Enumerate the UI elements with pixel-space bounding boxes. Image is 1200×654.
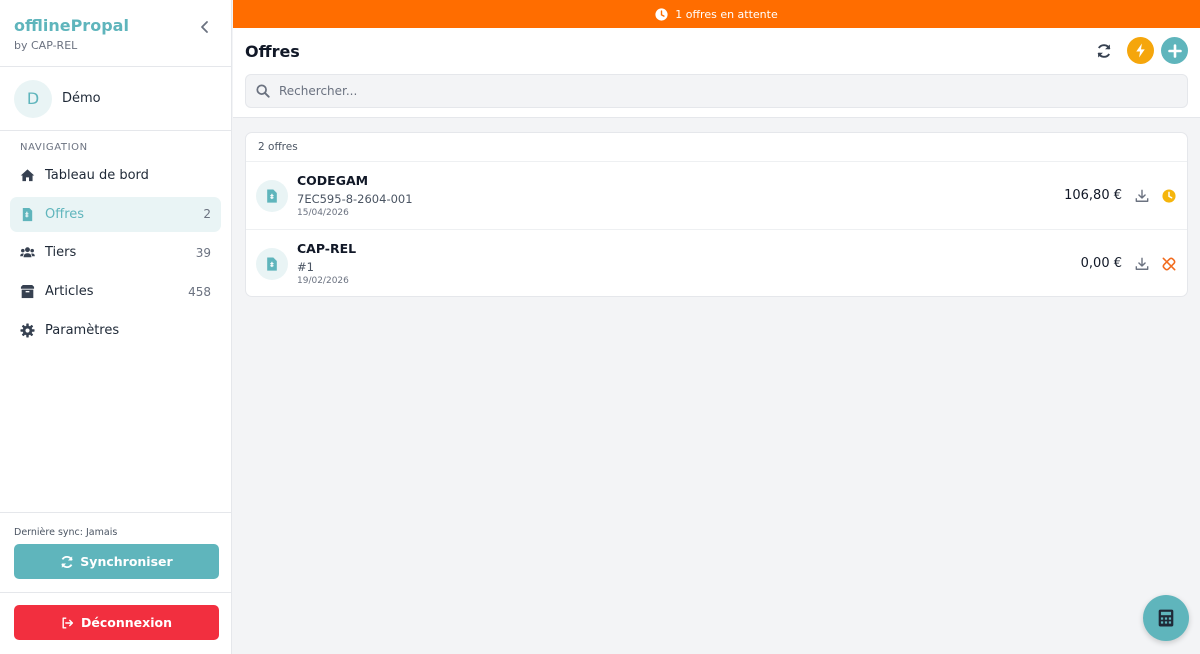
nav-count: 2	[203, 207, 211, 222]
nav-label: Paramètres	[45, 322, 120, 338]
page-title: Offres	[245, 42, 300, 61]
user-name: Démo	[62, 91, 101, 106]
sync-icon	[61, 555, 73, 568]
offers-list: 2 offres CODEGAM 7EC595-8-2604-001 15/04…	[245, 132, 1188, 297]
app-name: offlinePropal	[14, 16, 129, 35]
file-invoice-icon	[22, 207, 33, 221]
offer-ref: #1	[297, 260, 314, 274]
offer-file-icon	[256, 180, 288, 212]
nav-label: Tableau de bord	[45, 168, 149, 183]
offers-count: 2 offres	[246, 133, 1187, 162]
unlinked-icon	[1162, 257, 1176, 271]
nav-menu: Tableau de bord Offres 2 Tiers 39 Articl…	[0, 158, 231, 348]
nav-item-parametres[interactable]: Paramètres	[10, 313, 221, 348]
logout-button-label: Déconnexion	[81, 615, 172, 630]
sidebar: offlinePropal by CAP-REL D Démo NAVIGATI…	[0, 0, 232, 654]
nav-item-articles[interactable]: Articles 458	[10, 274, 221, 309]
offer-ref: 7EC595-8-2604-001	[297, 192, 413, 206]
plus-icon	[1167, 43, 1182, 58]
add-offer-button[interactable]	[1161, 37, 1188, 64]
page-header: Offres	[233, 28, 1200, 118]
pending-banner: 1 offres en attente	[233, 0, 1200, 28]
nav-label: Articles	[45, 284, 94, 300]
home-icon	[20, 169, 35, 182]
search-input[interactable]	[279, 84, 1159, 98]
last-sync-label: Dernière sync: Jamais	[14, 527, 118, 538]
refresh-icon	[1097, 43, 1111, 58]
offer-amount: 106,80 €	[1064, 188, 1122, 203]
gear-icon	[20, 323, 35, 338]
logout-button[interactable]: Déconnexion	[14, 605, 219, 640]
offer-amount: 0,00 €	[1080, 256, 1122, 271]
offer-file-icon	[256, 248, 288, 280]
nav-section-title: NAVIGATION	[20, 142, 88, 153]
header-actions	[1093, 37, 1188, 64]
offer-title: CODEGAM	[297, 173, 369, 188]
app-subtitle: by CAP-REL	[14, 39, 78, 52]
users-icon	[20, 247, 35, 258]
offer-date: 19/02/2026	[297, 276, 349, 286]
offer-row[interactable]: CODEGAM 7EC595-8-2604-001 15/04/2026 106…	[246, 162, 1187, 230]
offer-title: CAP-REL	[297, 241, 357, 256]
nav-count: 458	[188, 284, 211, 299]
download-icon	[1135, 257, 1149, 270]
main-area: 1 offres en attente Offres 2 offres CODE	[233, 0, 1200, 654]
clock-icon	[655, 7, 668, 21]
sync-button-label: Synchroniser	[80, 554, 173, 569]
box-icon	[20, 285, 35, 299]
logout-panel: Déconnexion	[0, 592, 231, 654]
calculator-button[interactable]	[1143, 595, 1189, 641]
user-panel: D Démo	[0, 67, 231, 131]
collapse-sidebar-button[interactable]	[197, 19, 213, 35]
nav-item-offres[interactable]: Offres 2	[10, 196, 221, 232]
download-icon	[1135, 189, 1149, 202]
pending-banner-text: 1 offres en attente	[675, 7, 778, 21]
avatar: D	[14, 79, 52, 118]
nav-item-tableau-de-bord[interactable]: Tableau de bord	[10, 158, 221, 193]
brand: offlinePropal by CAP-REL	[0, 0, 231, 67]
nav-label: Tiers	[45, 245, 77, 261]
search-icon	[256, 84, 270, 98]
calculator-icon	[1158, 609, 1174, 627]
refresh-button[interactable]	[1093, 40, 1115, 62]
nav-label: Offres	[45, 206, 85, 222]
chevron-left-icon	[201, 21, 208, 33]
download-button[interactable]	[1135, 257, 1149, 271]
logout-icon	[62, 616, 74, 629]
nav-count: 39	[195, 245, 211, 260]
quick-offer-button[interactable]	[1127, 37, 1154, 64]
nav-item-tiers[interactable]: Tiers 39	[10, 235, 221, 270]
offer-row[interactable]: CAP-REL #1 19/02/2026 0,00 €	[246, 230, 1187, 298]
sync-panel: Dernière sync: Jamais Synchroniser	[0, 512, 231, 592]
search-box	[245, 74, 1188, 108]
pending-clock-icon	[1162, 189, 1176, 203]
offer-date: 15/04/2026	[297, 208, 349, 218]
download-button[interactable]	[1135, 189, 1149, 203]
bolt-icon	[1136, 43, 1145, 58]
sync-button[interactable]: Synchroniser	[14, 544, 219, 579]
